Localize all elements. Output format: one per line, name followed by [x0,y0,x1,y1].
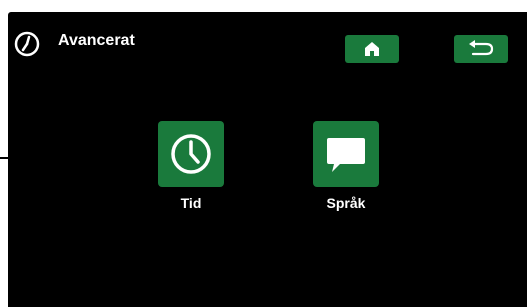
device-screen [8,12,527,307]
language-tile-button[interactable] [313,121,379,187]
time-tile[interactable]: Tid [158,121,224,211]
speech-bubble-icon [327,138,365,172]
back-button[interactable] [454,35,508,63]
home-button[interactable] [345,35,399,63]
back-arrow-icon [469,40,494,56]
home-icon [365,42,379,56]
clock-icon [171,134,211,174]
language-tile[interactable]: Språk [313,121,379,211]
time-tile-button[interactable] [158,121,224,187]
page-title: Avancerat [58,32,135,49]
clock-icon [12,29,42,59]
language-tile-label: Språk [326,195,366,211]
time-tile-label: Tid [180,195,202,211]
